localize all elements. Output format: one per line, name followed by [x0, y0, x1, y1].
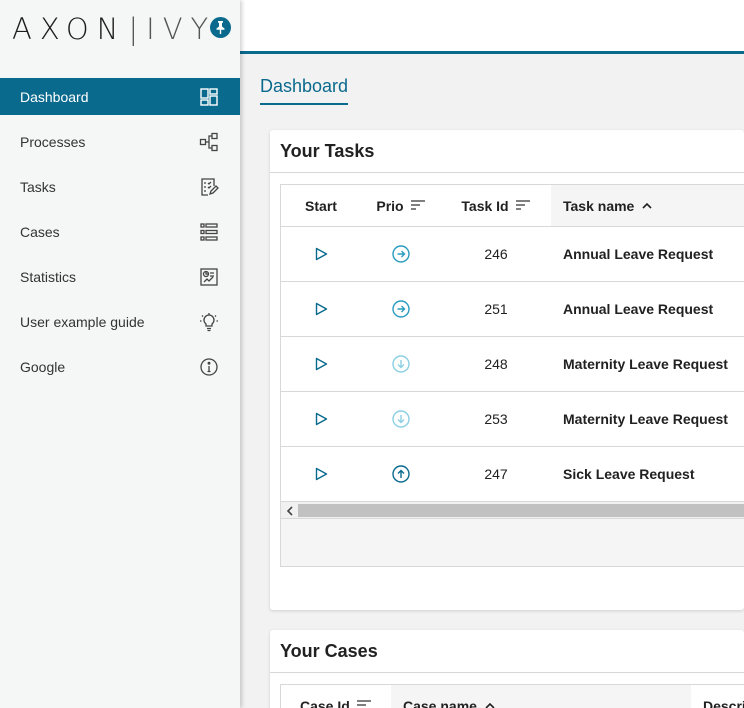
task-name-cell: Maternity Leave Request	[563, 411, 728, 427]
cases-icon	[199, 222, 219, 242]
priority-cell	[361, 300, 441, 318]
start-task-button[interactable]	[281, 357, 361, 371]
logo-row: AXON|IVY	[0, 0, 240, 56]
info-icon	[199, 357, 219, 377]
sidebar-item-label: Google	[20, 358, 66, 375]
top-bar	[240, 0, 744, 54]
tasks-table-header: Start Prio Task Id Task name	[281, 185, 744, 227]
table-row[interactable]: 248 Maternity Leave Request	[281, 337, 744, 392]
dashboard-icon	[199, 87, 219, 107]
start-task-button[interactable]	[281, 247, 361, 261]
logo-sub-text: IVY	[146, 12, 217, 46]
breadcrumb-dashboard[interactable]: Dashboard	[260, 76, 349, 105]
sidebar-item-label: Dashboard	[20, 88, 89, 105]
logo-main-text: AXON	[12, 12, 127, 46]
sidebar-item-label: User example guide	[20, 313, 145, 330]
priority-high-icon	[392, 465, 410, 483]
cases-table: Case Id Case name Descri	[280, 684, 744, 708]
sidebar-item-statistics[interactable]: Statistics	[0, 254, 240, 299]
tasks-widget: Your Tasks Start Prio Task Id Task name …	[270, 130, 744, 610]
scroll-left-icon[interactable]	[281, 502, 298, 519]
sidebar-item-tasks[interactable]: Tasks	[0, 164, 240, 209]
column-header-description[interactable]: Descri	[691, 685, 744, 708]
start-task-button[interactable]	[281, 467, 361, 481]
column-header-start: Start	[281, 185, 361, 226]
cases-table-header: Case Id Case name Descri	[281, 685, 744, 708]
column-header-task-name[interactable]: Task name	[551, 185, 744, 226]
task-name-cell: Maternity Leave Request	[563, 356, 728, 372]
task-name-cell: Annual Leave Request	[563, 301, 714, 317]
tasks-icon	[199, 177, 219, 197]
table-row[interactable]: 246 Annual Leave Request	[281, 227, 744, 282]
column-header-label: Prio	[376, 197, 404, 214]
table-row[interactable]: 253 Maternity Leave Request	[281, 392, 744, 447]
priority-cell	[361, 410, 441, 428]
table-row[interactable]: 251 Annual Leave Request	[281, 282, 744, 337]
column-header-prio[interactable]: Prio	[361, 185, 441, 226]
play-icon	[315, 302, 328, 316]
sidebar-item-label: Tasks	[20, 178, 56, 195]
sidebar-item-processes[interactable]: Processes	[0, 119, 240, 164]
task-name-cell: Annual Leave Request	[563, 246, 714, 262]
sort-icon	[356, 698, 372, 708]
sidebar-item-dashboard[interactable]: Dashboard	[0, 78, 240, 115]
priority-cell	[361, 245, 441, 263]
task-id-cell: 247	[484, 466, 508, 482]
play-icon	[315, 412, 328, 426]
sort-ascending-icon	[483, 698, 497, 708]
scroll-thumb[interactable]	[298, 504, 744, 517]
sort-icon	[515, 198, 531, 214]
sidebar-item-label: Cases	[20, 223, 60, 240]
sidebar-item-user-example-guide[interactable]: User example guide	[0, 299, 240, 344]
column-header-case-id[interactable]: Case Id	[281, 685, 391, 708]
start-task-button[interactable]	[281, 412, 361, 426]
sort-ascending-icon	[640, 198, 654, 214]
column-header-label: Start	[305, 197, 337, 214]
table-row[interactable]: 247 Sick Leave Request	[281, 447, 744, 502]
start-task-button[interactable]	[281, 302, 361, 316]
sidebar-item-cases[interactable]: Cases	[0, 209, 240, 254]
statistics-icon	[199, 267, 219, 287]
task-name-cell: Sick Leave Request	[563, 466, 695, 482]
play-icon	[315, 247, 328, 261]
column-header-label: Case Id	[300, 698, 350, 708]
task-id-cell: 248	[484, 356, 508, 372]
sidebar: AXON|IVY Dashboard Processes Tasks Cases…	[0, 0, 240, 708]
column-header-label: Task name	[563, 197, 635, 214]
axonivy-logo: AXON|IVY	[12, 12, 217, 46]
tasks-widget-title: Your Tasks	[270, 130, 744, 173]
column-header-case-name[interactable]: Case name	[391, 685, 691, 708]
tasks-table: Start Prio Task Id Task name 246 Annual L…	[280, 184, 744, 567]
play-icon	[315, 357, 328, 371]
lightbulb-icon	[199, 312, 219, 332]
sidebar-item-label: Processes	[20, 133, 86, 150]
horizontal-scrollbar[interactable]	[281, 502, 744, 519]
tasks-table-footer	[281, 519, 744, 566]
sidebar-item-label: Statistics	[20, 268, 77, 285]
cases-widget: Your Cases Case Id Case name Descri	[270, 630, 744, 708]
tasks-table-body: 246 Annual Leave Request 251 Annual Leave R…	[281, 227, 744, 502]
cases-widget-title: Your Cases	[270, 630, 744, 673]
pin-icon	[216, 21, 225, 34]
main-menu: Dashboard Processes Tasks Cases Statisti…	[0, 78, 240, 389]
column-header-label: Case name	[403, 698, 477, 708]
priority-normal-icon	[392, 300, 410, 318]
column-header-task-id[interactable]: Task Id	[441, 185, 551, 226]
sort-icon	[410, 198, 426, 214]
priority-low-icon	[392, 410, 410, 428]
process-icon	[199, 132, 219, 152]
priority-low-icon	[392, 355, 410, 373]
task-id-cell: 253	[484, 411, 508, 427]
priority-normal-icon	[392, 245, 410, 263]
task-id-cell: 246	[484, 246, 508, 262]
pin-menu-button[interactable]	[210, 17, 231, 38]
column-header-label: Descri	[703, 698, 744, 708]
column-header-label: Task Id	[461, 197, 509, 214]
sidebar-item-google[interactable]: Google	[0, 344, 240, 389]
task-id-cell: 251	[484, 301, 508, 317]
priority-cell	[361, 355, 441, 373]
play-icon	[315, 467, 328, 481]
priority-cell	[361, 465, 441, 483]
